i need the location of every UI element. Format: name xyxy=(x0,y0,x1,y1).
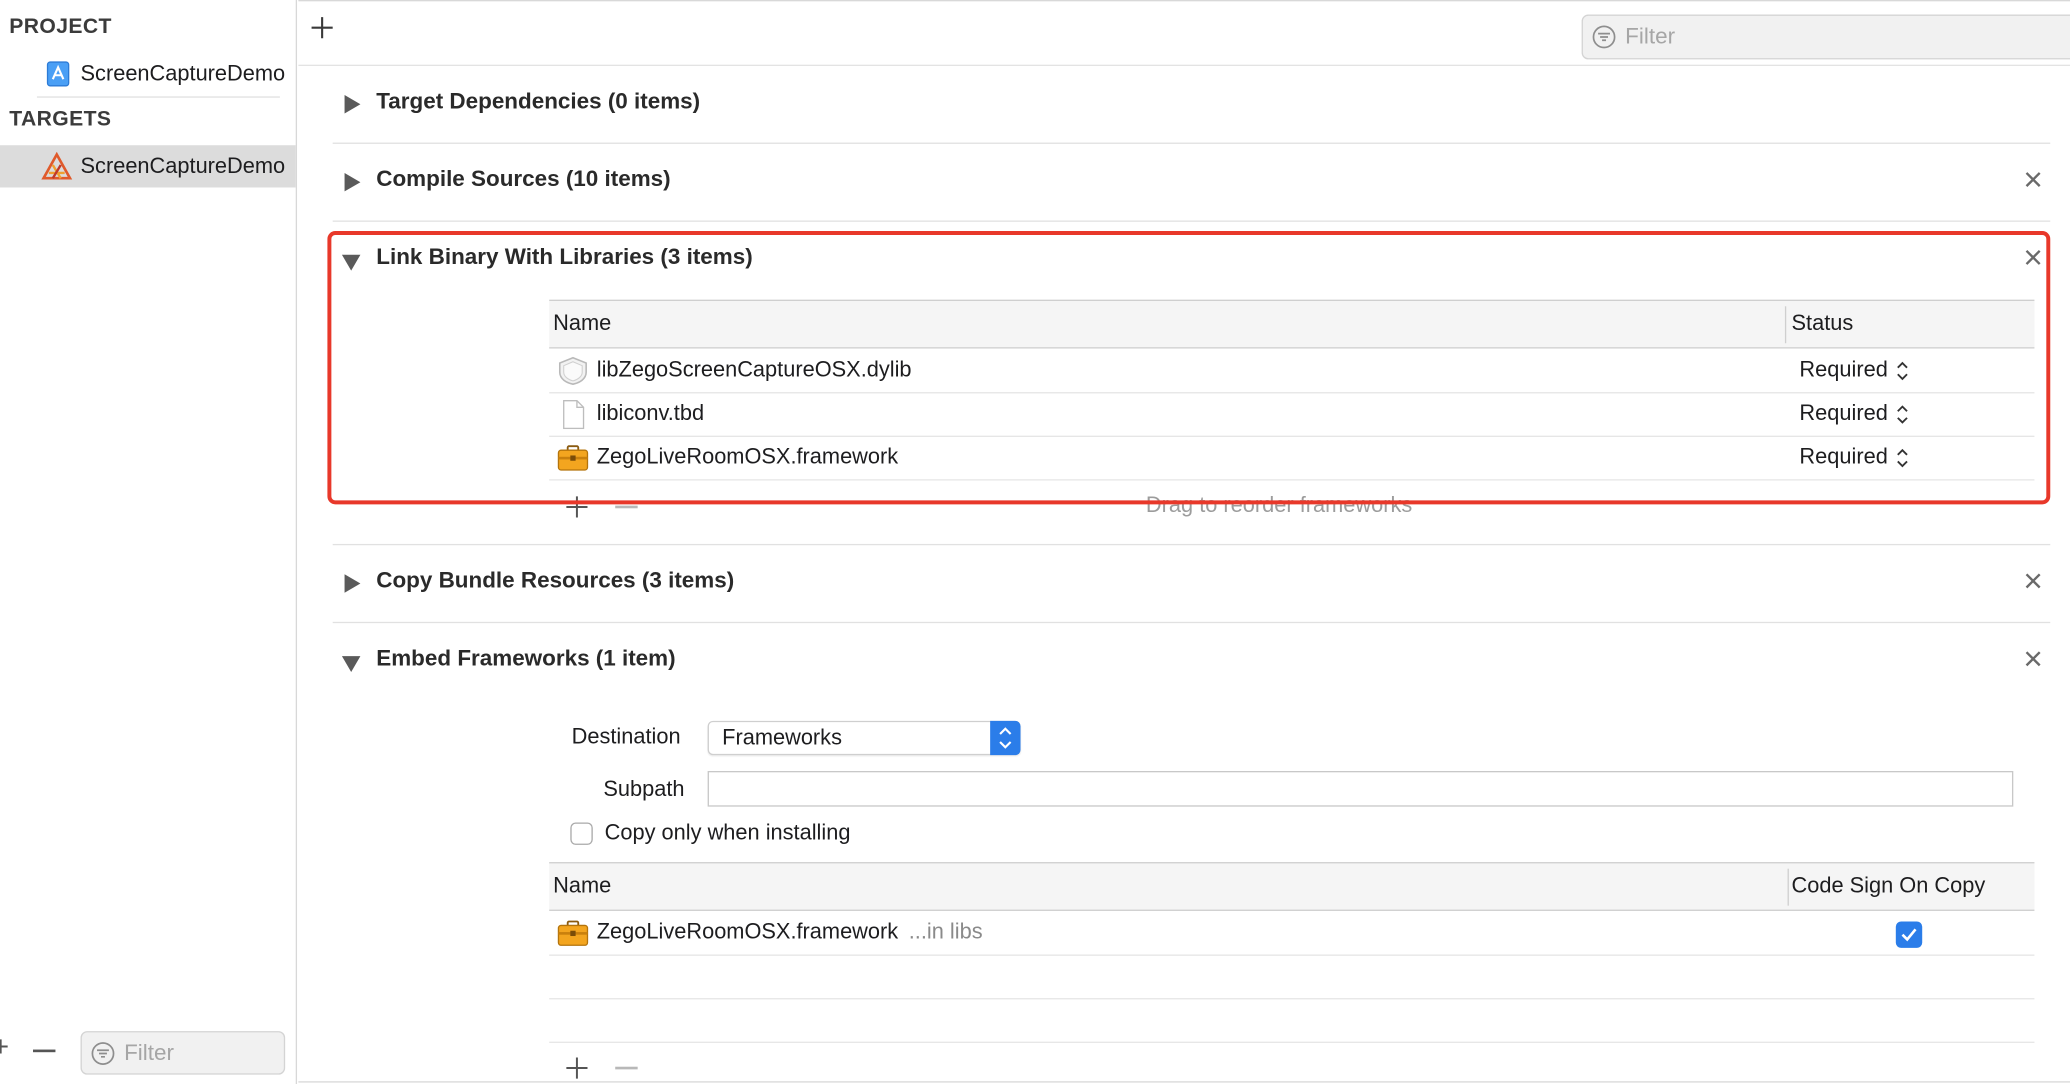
sidebar-item-label: ScreenCaptureDemo xyxy=(80,153,286,178)
add-target-button[interactable]: + xyxy=(0,1030,9,1064)
copy-only-label: Copy only when installing xyxy=(604,821,851,845)
phase-target-dependencies[interactable]: Target Dependencies (0 items) xyxy=(333,66,2051,144)
close-icon[interactable] xyxy=(2024,572,2042,590)
column-header-code-sign[interactable]: Code Sign On Copy xyxy=(1792,874,1986,899)
framework-icon xyxy=(557,920,589,946)
table-row-empty xyxy=(549,956,2035,1000)
phase-title: Embed Frameworks (1 item) xyxy=(376,645,676,671)
xcode-build-phases-window: PROJECT ScreenCaptureDemo TARGETS Screen… xyxy=(0,0,2070,1084)
filter-icon xyxy=(91,1041,115,1065)
targets-heading: TARGETS xyxy=(9,108,112,131)
select-stepper[interactable] xyxy=(990,720,1021,756)
remove-framework-button[interactable] xyxy=(615,1066,638,1069)
disclosure-right-icon[interactable] xyxy=(344,172,361,192)
sidebar-item-project[interactable]: ScreenCaptureDemo xyxy=(0,53,296,95)
updown-chevron-icon xyxy=(999,727,1012,749)
phase-embed-frameworks[interactable]: Embed Frameworks (1 item) xyxy=(333,623,2051,701)
table-row[interactable]: ZegoLiveRoomOSX.framework ...in libs xyxy=(549,912,2035,956)
column-header-name[interactable]: Name xyxy=(553,874,611,899)
disclosure-down-icon[interactable] xyxy=(341,656,361,672)
sidebar-item-label: ScreenCaptureDemo xyxy=(80,61,286,86)
subpath-label: Subpath xyxy=(603,777,685,802)
subpath-input[interactable] xyxy=(707,770,2014,807)
bottom-border xyxy=(298,1081,2070,1083)
sidebar-divider xyxy=(36,96,280,98)
remove-target-button[interactable] xyxy=(33,1049,56,1052)
filter-placeholder: Filter xyxy=(124,1039,174,1065)
phase-title: Target Dependencies (0 items) xyxy=(376,88,701,114)
column-divider[interactable] xyxy=(1787,868,1789,906)
embed-table-header: Name Code Sign On Copy xyxy=(549,862,2035,911)
close-icon[interactable] xyxy=(2024,170,2042,188)
sidebar-item-target[interactable]: ScreenCaptureDemo xyxy=(0,145,296,188)
filter-icon xyxy=(1592,25,1616,49)
build-phases-filter-input[interactable]: Filter xyxy=(1581,14,2070,60)
destination-select[interactable]: Frameworks xyxy=(707,720,1021,756)
phase-title: Compile Sources (10 items) xyxy=(376,166,671,192)
embed-table-footer-controls xyxy=(565,1056,644,1082)
destination-value: Frameworks xyxy=(722,726,842,750)
phase-title: Copy Bundle Resources (3 items) xyxy=(376,567,735,593)
highlight-annotation-box xyxy=(327,231,2051,505)
destination-label: Destination xyxy=(571,724,681,749)
build-phases-toolbar: Filter xyxy=(298,0,2070,67)
file-location: ...in libs xyxy=(908,920,983,944)
xcode-project-icon xyxy=(46,61,70,87)
code-sign-checkbox[interactable] xyxy=(1895,921,1923,948)
phase-copy-bundle-resources[interactable]: Copy Bundle Resources (3 items) xyxy=(333,545,2051,623)
table-row-empty xyxy=(549,999,2035,1043)
close-icon[interactable] xyxy=(2024,650,2042,668)
disclosure-right-icon[interactable] xyxy=(344,95,361,114)
sidebar-bottom-bar: + Filter xyxy=(0,1027,296,1080)
add-framework-button[interactable] xyxy=(565,1056,589,1080)
copy-only-checkbox[interactable] xyxy=(570,822,593,845)
remove-library-button[interactable] xyxy=(615,505,638,508)
checkmark-icon xyxy=(1901,928,1917,942)
filter-placeholder: Filter xyxy=(1625,23,1676,49)
app-target-icon xyxy=(41,151,73,180)
file-name-text: ZegoLiveRoomOSX.framework xyxy=(596,920,899,944)
file-name: ZegoLiveRoomOSX.framework ...in libs xyxy=(597,920,983,945)
project-heading: PROJECT xyxy=(9,15,112,39)
add-build-phase-button[interactable] xyxy=(309,15,335,41)
sidebar-filter-input[interactable]: Filter xyxy=(80,1031,286,1075)
disclosure-right-icon[interactable] xyxy=(344,574,361,593)
project-navigator-sidebar: PROJECT ScreenCaptureDemo TARGETS Screen… xyxy=(0,0,298,1084)
phase-compile-sources[interactable]: Compile Sources (10 items) xyxy=(333,144,2051,222)
